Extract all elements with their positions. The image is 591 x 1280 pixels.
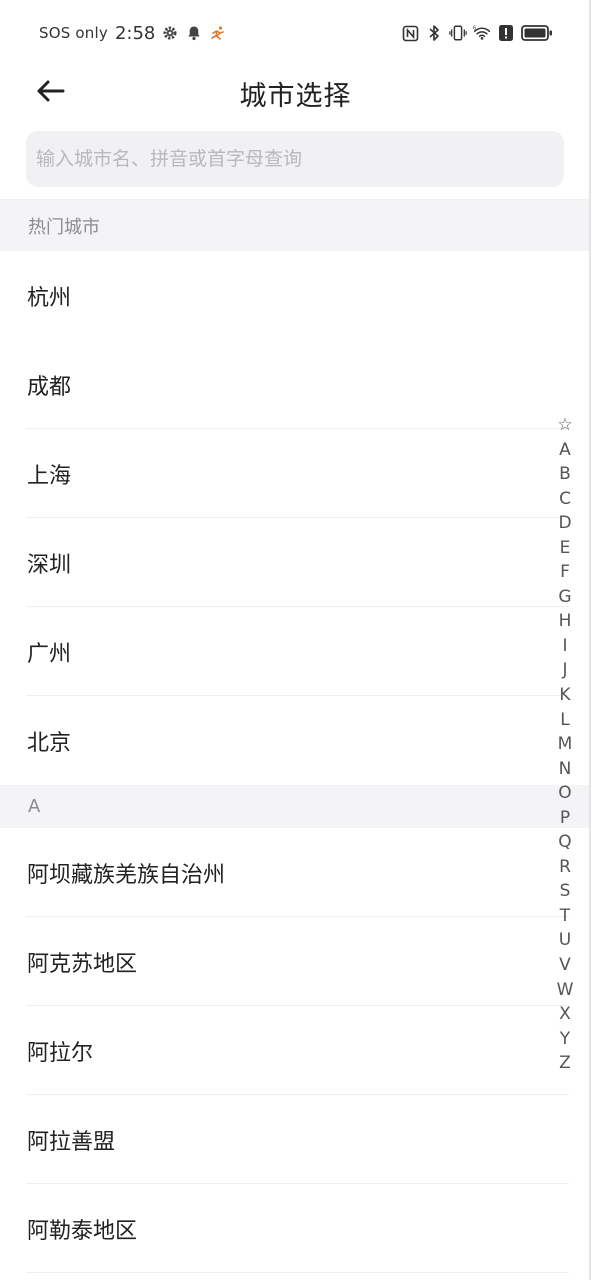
city-row-a[interactable]: 阿克苏地区 [0,917,591,1006]
city-row-hot[interactable]: 上海 [0,429,591,518]
city-row-a[interactable]: 阿勒泰地区 [0,1184,591,1273]
city-row-a[interactable]: 阿坝藏族羌族自治州 [0,828,591,917]
clock-time: 2:58 [114,22,156,44]
index-letter[interactable]: U [559,928,571,953]
city-row-a[interactable]: 阿拉尔 [0,1006,591,1095]
index-letter[interactable]: V [559,953,571,978]
row-divider [26,1272,569,1273]
section-header-hot: 热门城市 [0,201,591,251]
city-name: 阿勒泰地区 [27,1218,138,1244]
carrier-label: SOS only [39,24,108,42]
index-letter-star[interactable]: ☆ [557,413,572,438]
index-letter[interactable]: W [557,978,574,1003]
city-row-hot[interactable]: 深圳 [0,518,591,607]
city-row-hot[interactable]: 成都 [0,340,591,429]
city-row-a[interactable]: 阿拉善盟 [0,1095,591,1184]
svg-text:6: 6 [473,26,476,32]
alert-icon [497,24,515,42]
index-letter[interactable]: I [562,634,567,659]
index-letter[interactable]: X [559,1002,571,1027]
index-letter[interactable]: H [559,609,572,634]
index-letter[interactable]: N [559,757,572,782]
index-letter[interactable]: R [559,855,571,880]
city-name: 深圳 [27,552,72,578]
city-name: 阿拉善盟 [27,1129,116,1155]
city-name: 广州 [27,641,72,667]
city-name: 阿坝藏族羌族自治州 [27,862,226,888]
city-name: 杭州 [27,285,72,311]
search-input[interactable] [26,131,564,187]
status-bar: SOS only 2:58 6 [0,0,591,66]
index-letter[interactable]: J [562,658,567,683]
index-letter[interactable]: Y [560,1027,570,1052]
city-name: 阿拉尔 [27,1040,94,1066]
nfc-icon [401,24,419,42]
index-letter[interactable]: M [558,732,573,757]
city-row-hot[interactable]: 北京 [0,696,591,785]
status-left: SOS only 2:58 [39,21,227,45]
index-letter[interactable]: B [559,462,571,487]
index-letter[interactable]: P [560,806,570,831]
alphabet-index[interactable]: ☆ A B C D E F G H I J K L M N O P Q R S … [552,413,578,1076]
gear-icon [161,24,179,42]
city-name: 北京 [27,730,72,756]
index-letter[interactable]: A [559,438,571,463]
header-bar: 城市选择 [0,66,591,120]
wifi-icon: 6 [473,24,491,42]
city-row-hot[interactable]: 广州 [0,607,591,696]
index-letter[interactable]: K [559,683,570,708]
index-letter[interactable]: O [558,781,571,806]
index-letter[interactable]: L [560,708,569,733]
city-row-hot[interactable]: 杭州 [0,251,591,340]
bluetooth-icon [425,24,443,42]
index-letter[interactable]: G [558,585,571,610]
index-letter[interactable]: D [558,511,571,536]
index-letter[interactable]: T [560,904,570,929]
battery-icon [521,24,553,42]
search-box[interactable] [26,131,564,187]
status-right: 6 [401,21,553,45]
runner-icon [209,24,227,42]
index-letter[interactable]: E [560,536,571,561]
page-title: 城市选择 [239,81,352,112]
vibrate-icon [449,24,467,42]
city-name: 上海 [27,463,72,489]
city-list[interactable]: 热门城市 杭州 成都 上海 深圳 广州 北京 A 阿坝藏族羌族自治州 阿克苏地区… [0,201,591,1273]
index-letter[interactable]: Z [559,1051,571,1076]
bell-icon [185,24,203,42]
section-header-a: A [0,785,591,828]
index-letter[interactable]: F [560,560,570,585]
city-name: 阿克苏地区 [27,951,138,977]
index-letter[interactable]: C [559,487,571,512]
city-name: 成都 [27,374,72,400]
index-letter[interactable]: Q [558,830,571,855]
index-letter[interactable]: S [560,879,571,904]
